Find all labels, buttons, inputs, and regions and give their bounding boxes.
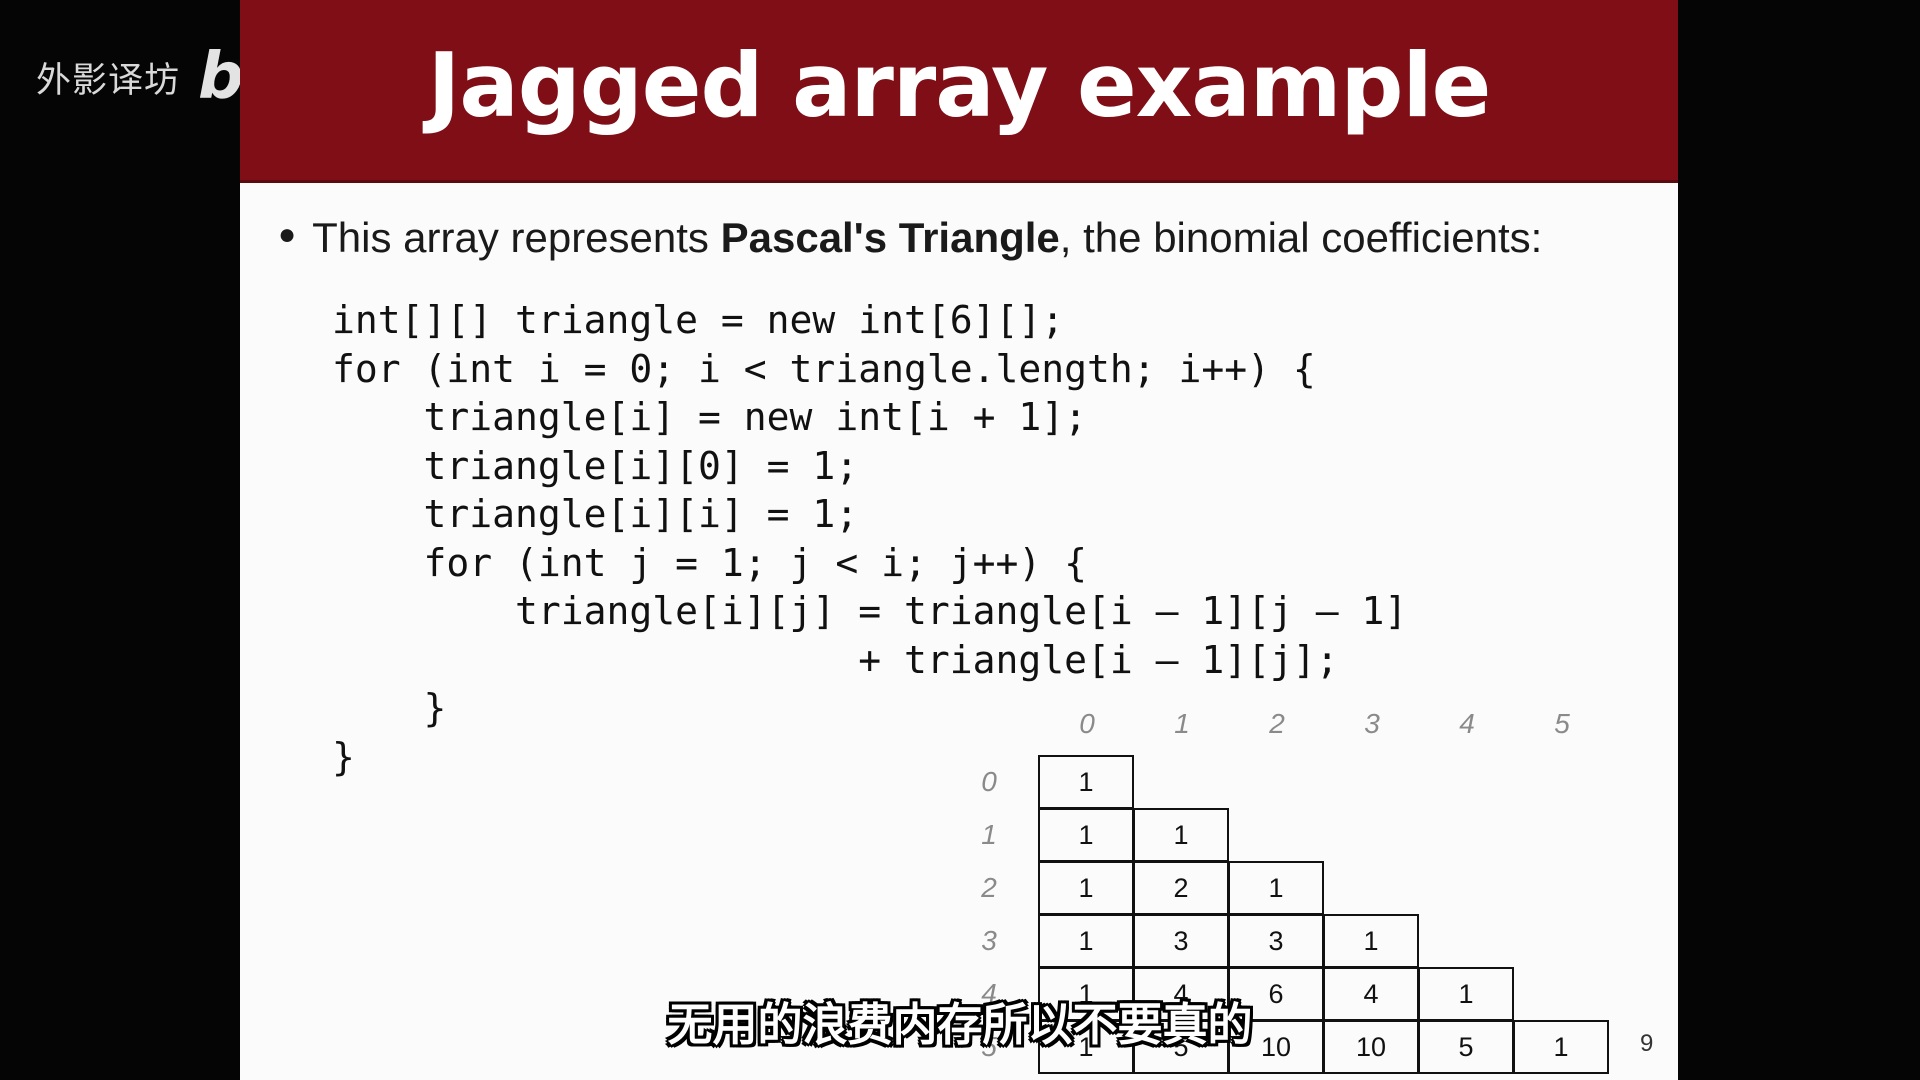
code-block: int[][] triangle = new int[6][]; for (in…: [332, 296, 1407, 781]
code-line: }: [332, 686, 447, 730]
slide-header: Jagged array example: [240, 0, 1678, 183]
triangle-cell: 1: [1133, 808, 1229, 862]
code-line: for (int j = 1; j < i; j++) {: [332, 540, 1087, 585]
row-index-label: 3: [981, 925, 997, 956]
slide-title: Jagged array example: [427, 34, 1492, 137]
triangle-cell: 1: [1038, 861, 1134, 915]
triangle-cell: 2: [1133, 861, 1229, 915]
code-line: triangle[i][0] = 1;: [332, 443, 859, 488]
code-line: int[][] triangle = new int[6][];: [332, 298, 1065, 342]
bullet-text-after: , the binomial coefficients:: [1059, 214, 1543, 261]
slide: Jagged array example ● This array repres…: [240, 0, 1678, 1080]
triangle-cell: 3: [1133, 914, 1229, 968]
triangle-cell: 1: [1323, 914, 1419, 968]
bullet-text-bold: Pascal's Triangle: [720, 214, 1060, 261]
bullet-point: ● This array represents Pascal's Triangl…: [278, 214, 1542, 262]
code-line: triangle[i][j] = triangle[i – 1][j – 1]: [332, 589, 1408, 633]
watermark-text: 外影译坊: [36, 60, 181, 101]
code-line: triangle[i] = new int[i + 1];: [332, 395, 1087, 439]
column-index-label: 5: [1554, 708, 1570, 739]
triangle-cell: 1: [1228, 861, 1324, 915]
code-line: }: [332, 734, 355, 779]
bullet-icon: ●: [278, 218, 297, 251]
row-index-label: 1: [981, 819, 997, 850]
bullet-text: This array represents Pascal's Triangle,…: [312, 214, 1542, 262]
code-line: + triangle[i – 1][j];: [332, 637, 1339, 682]
bullet-text-before: This array represents: [312, 214, 721, 261]
code-line: for (int i = 0; i < triangle.length; i++…: [332, 346, 1316, 391]
triangle-cell: 3: [1228, 914, 1324, 968]
column-index-label: 4: [1459, 708, 1475, 739]
triangle-cell: 1: [1038, 914, 1134, 968]
row-index-label: 2: [981, 872, 997, 903]
triangle-cell: 1: [1038, 808, 1134, 862]
code-line: triangle[i][i] = 1;: [332, 492, 859, 536]
video-subtitle: 无用的浪费内存所以不要真的: [667, 998, 1253, 1051]
